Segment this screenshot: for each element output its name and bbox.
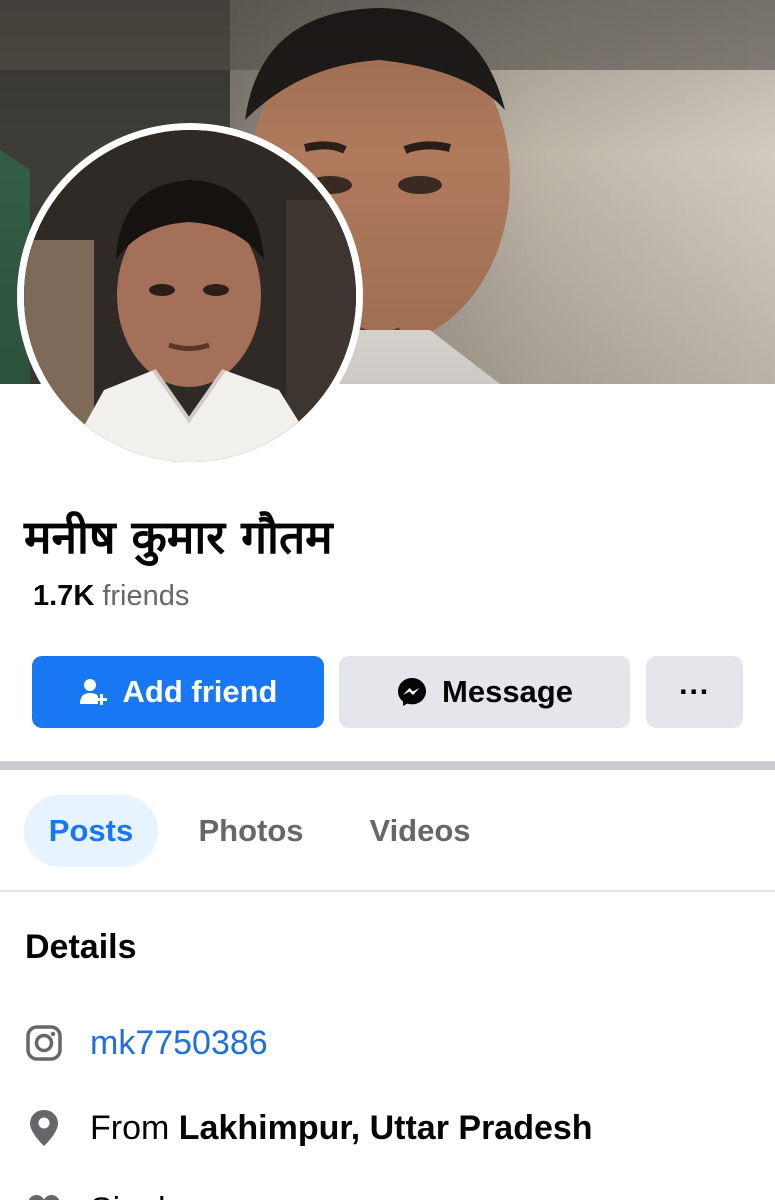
more-options-button[interactable]: ··· bbox=[646, 656, 743, 728]
tab-videos[interactable]: Videos bbox=[350, 795, 490, 867]
details-title: Details bbox=[25, 928, 137, 966]
tab-photos[interactable]: Photos bbox=[180, 795, 322, 867]
profile-avatar[interactable] bbox=[17, 123, 363, 469]
more-dots-icon: ··· bbox=[679, 674, 710, 709]
friends-count-line[interactable]: 1.7K friends bbox=[33, 580, 189, 613]
add-friend-button[interactable]: Add friend bbox=[32, 656, 324, 728]
detail-hometown: From Lakhimpur, Uttar Pradesh bbox=[24, 1108, 593, 1148]
relationship-status: Single bbox=[90, 1191, 185, 1200]
hometown-prefix: From bbox=[90, 1108, 170, 1147]
heart-icon bbox=[24, 1190, 64, 1200]
friends-count: 1.7K bbox=[33, 580, 95, 612]
person-plus-icon bbox=[79, 677, 109, 707]
detail-instagram[interactable]: mk7750386 bbox=[24, 1023, 268, 1063]
location-pin-icon bbox=[24, 1108, 64, 1148]
add-friend-label: Add friend bbox=[122, 674, 278, 709]
instagram-icon bbox=[24, 1023, 64, 1063]
hometown-place: Lakhimpur, Uttar Pradesh bbox=[178, 1108, 593, 1147]
tab-posts[interactable]: Posts bbox=[24, 795, 158, 867]
tabs-divider bbox=[0, 890, 775, 892]
friends-label: friends bbox=[102, 580, 190, 612]
avatar-image bbox=[24, 130, 356, 462]
message-label: Message bbox=[442, 674, 573, 709]
detail-relationship: Single bbox=[24, 1190, 185, 1200]
avatar-portrait bbox=[24, 130, 356, 462]
profile-name: मनीष कुमार गौतम bbox=[24, 510, 333, 564]
instagram-handle-link[interactable]: mk7750386 bbox=[90, 1024, 268, 1063]
message-button[interactable]: Message bbox=[339, 656, 630, 728]
section-divider bbox=[0, 761, 775, 770]
messenger-icon bbox=[396, 676, 428, 708]
